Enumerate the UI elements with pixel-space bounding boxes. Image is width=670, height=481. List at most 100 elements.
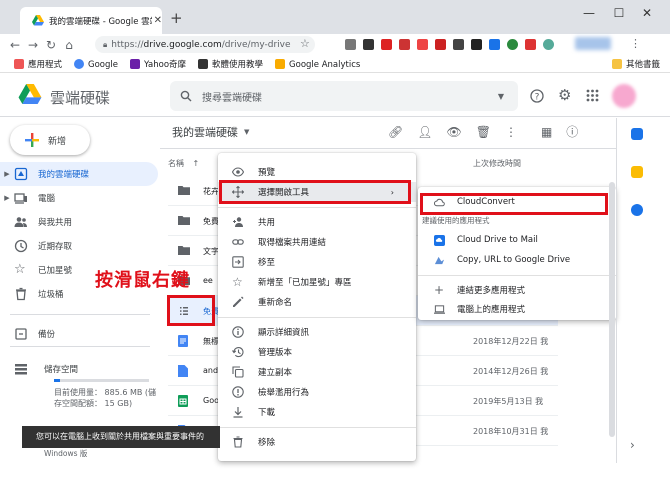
menu-divider xyxy=(218,207,416,208)
google-docs-icon xyxy=(178,335,190,347)
folder-icon xyxy=(178,215,190,227)
extension-icon[interactable] xyxy=(453,38,464,50)
address-bar[interactable]: 🔒︎ https://drive.google.com/drive/my-dri… xyxy=(95,36,315,53)
link-icon[interactable]: 🔗︎ xyxy=(388,125,403,139)
search-icon[interactable] xyxy=(180,90,192,102)
menu-item-move-to[interactable]: 移至 xyxy=(218,252,416,272)
grid-view-icon[interactable]: ▦ xyxy=(541,125,552,139)
menu-item-download[interactable]: 下載 xyxy=(218,402,416,422)
sidebar-item-backup[interactable]: 備份 xyxy=(0,322,158,346)
menu-item-report-abuse[interactable]: 檢舉濫用行為 xyxy=(218,382,416,402)
other-bookmarks[interactable]: 其他書籤 xyxy=(611,58,660,70)
sidebar-item-shared[interactable]: 與我共用 xyxy=(0,210,158,234)
search-options-icon[interactable]: ▼ xyxy=(498,92,504,101)
file-icon xyxy=(178,365,190,377)
extension-icon[interactable] xyxy=(345,38,356,50)
maximize-icon[interactable]: ☐ xyxy=(605,6,633,20)
extension-icon[interactable] xyxy=(435,38,446,50)
submenu-item-cloud-drive-to-mail[interactable]: Cloud Drive to Mail xyxy=(418,231,616,249)
menu-item-rename[interactable]: 重新命名 xyxy=(218,292,416,312)
home-icon[interactable]: ⌂ xyxy=(60,38,78,52)
help-icon[interactable]: ? xyxy=(530,89,544,103)
extension-icon[interactable] xyxy=(525,38,536,50)
storage-bar xyxy=(54,379,149,382)
tab-close-icon[interactable]: ✕ xyxy=(154,15,162,26)
menu-item-label: 檢舉濫用行為 xyxy=(258,388,310,398)
minimize-icon[interactable]: — xyxy=(575,6,603,20)
extension-icon[interactable] xyxy=(489,38,500,50)
search-box[interactable]: 搜尋雲端硬碟 ▼ xyxy=(170,81,518,111)
drive-logo-icon[interactable] xyxy=(18,84,42,105)
bookmarks-bar: 應用程式 Google Yahoo奇摩 軟體使用教學 Google Analyt… xyxy=(0,56,670,73)
bookmark-analytics[interactable]: Google Analytics xyxy=(275,58,360,70)
preview-eye-icon[interactable]: 👁︎ xyxy=(446,125,461,139)
close-window-icon[interactable]: ✕ xyxy=(633,6,661,20)
submenu-item-desktop-apps[interactable]: 電腦上的應用程式 xyxy=(418,300,616,318)
extension-icon[interactable] xyxy=(507,38,518,50)
menu-item-make-copy[interactable]: 建立副本 xyxy=(218,362,416,382)
bookmark-yahoo[interactable]: Yahoo奇摩 xyxy=(130,58,186,70)
tasks-icon[interactable] xyxy=(630,204,643,216)
menu-item-get-link[interactable]: 取得檔案共用連結 xyxy=(218,232,416,252)
menu-item-details[interactable]: 顯示詳細資訊 xyxy=(218,322,416,342)
extension-icon[interactable] xyxy=(381,38,392,50)
sort-arrow-up-icon[interactable]: ↑ xyxy=(193,159,200,168)
storage-section[interactable]: 儲存空間 xyxy=(14,362,78,376)
bookmark-tutorial[interactable]: 軟體使用教學 xyxy=(198,58,263,70)
expand-arrow-icon[interactable]: ▶ xyxy=(0,170,14,178)
sidebar-item-label: 垃圾桶 xyxy=(38,290,64,300)
bookmark-google[interactable]: Google xyxy=(74,58,118,70)
extension-icon[interactable] xyxy=(543,38,554,50)
menu-item-label: 移除 xyxy=(258,438,276,448)
column-modified[interactable]: 上次修改時間 xyxy=(473,158,521,169)
add-person-icon[interactable]: 👤︎ xyxy=(417,125,432,139)
scrollbar[interactable] xyxy=(609,182,615,437)
extension-icon[interactable] xyxy=(399,38,410,50)
cloudconvert-highlight xyxy=(420,193,608,215)
notification-snackbar[interactable]: 您可以在電腦上收到關於共用檔案與重要事件的 xyxy=(22,426,220,448)
extension-icon[interactable] xyxy=(471,38,482,50)
keep-icon[interactable] xyxy=(630,166,643,178)
submenu-item-connect-apps[interactable]: + 連結更多應用程式 xyxy=(418,281,616,299)
apps-grid-icon[interactable] xyxy=(586,89,599,102)
browser-tab[interactable]: 我的雲端硬碟 - Google 雲端硬碟 ✕ xyxy=(20,7,162,34)
apps-grid-icon xyxy=(14,59,24,69)
file-modified: 2014年12月26日 我 xyxy=(473,367,549,376)
new-tab-button[interactable]: + xyxy=(170,10,183,26)
more-vert-icon[interactable]: ⋮ xyxy=(505,125,517,139)
breadcrumb[interactable]: 我的雲端硬碟 ▼ xyxy=(172,124,249,140)
menu-item-preview[interactable]: 預覽 xyxy=(218,162,416,182)
new-button[interactable]: 新增 xyxy=(10,125,90,155)
menu-item-remove[interactable]: 移除 xyxy=(218,432,416,452)
menu-item-label: 下載 xyxy=(258,408,276,418)
reload-icon[interactable]: ↻ xyxy=(42,38,60,52)
menu-item-add-star[interactable]: ☆ 新增至「已加星號」專區 xyxy=(218,272,416,292)
settings-gear-icon[interactable]: ⚙ xyxy=(558,88,571,103)
info-icon[interactable]: ⓘ xyxy=(566,123,578,140)
forward-icon[interactable]: → xyxy=(24,38,42,52)
menu-item-share[interactable]: 共用 xyxy=(218,212,416,232)
expand-arrow-icon[interactable]: ▶ xyxy=(0,194,14,202)
submenu-item-copy-url[interactable]: Copy, URL to Google Drive xyxy=(418,251,616,269)
sidebar-item-computers[interactable]: ▶ 電腦 xyxy=(0,186,158,210)
extension-icon[interactable] xyxy=(417,38,428,50)
trash-icon[interactable]: 🗑︎ xyxy=(476,125,491,139)
extension-icon[interactable] xyxy=(363,38,374,50)
account-avatar[interactable] xyxy=(612,84,636,108)
file-name: Goo xyxy=(203,396,219,405)
extension-bar xyxy=(345,37,561,51)
trash-icon xyxy=(232,436,244,448)
calendar-icon[interactable] xyxy=(630,128,643,140)
google-icon xyxy=(74,58,85,69)
column-name[interactable]: 名稱 xyxy=(168,159,184,168)
sidebar-item-recent[interactable]: 近期存取 xyxy=(0,234,158,258)
bookmark-apps[interactable]: 應用程式 xyxy=(14,58,62,70)
backup-icon xyxy=(14,327,28,341)
sidebar-item-my-drive[interactable]: ▶ 我的雲端硬碟 xyxy=(0,162,158,186)
bookmark-star-icon[interactable]: ☆ xyxy=(300,37,310,50)
browser-menu-icon[interactable]: ⋮ xyxy=(630,37,641,50)
snackbar-text: 您可以在電腦上收到關於共用檔案與重要事件的 xyxy=(36,432,204,441)
chevron-right-icon[interactable]: › xyxy=(630,438,635,452)
back-icon[interactable]: ← xyxy=(6,38,24,52)
menu-item-versions[interactable]: 管理版本 xyxy=(218,342,416,362)
